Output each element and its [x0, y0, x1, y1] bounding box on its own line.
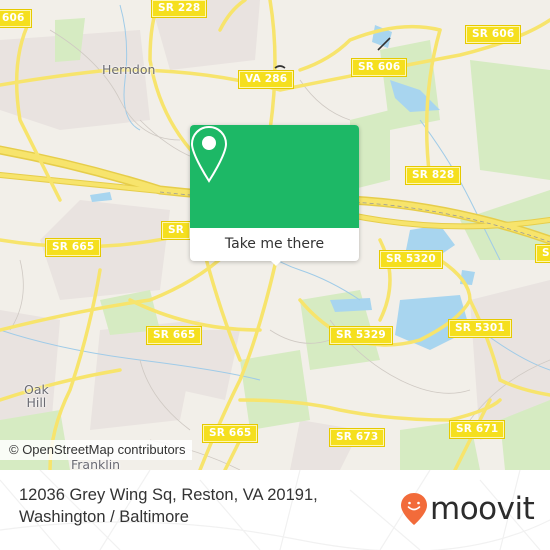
location-popup: Take me there	[190, 125, 359, 266]
place-label-herndon: Herndon	[102, 62, 156, 77]
road-label-sr671: SR 671	[448, 420, 506, 439]
road-label-sr665-left: SR 665	[44, 238, 102, 257]
take-me-there-button[interactable]: Take me there	[190, 228, 359, 261]
road-label-sr665-bottom: SR 665	[201, 424, 259, 443]
popup-pointer	[268, 258, 284, 266]
map-pin-icon	[190, 125, 228, 183]
footer: 12036 Grey Wing Sq, Reston, VA 20191, Wa…	[0, 470, 550, 550]
address-text: 12036 Grey Wing Sq, Reston, VA 20191, Wa…	[19, 486, 318, 526]
road-label-sr5329: SR 5329	[329, 326, 393, 345]
road-label-va286: VA 286	[237, 70, 295, 89]
map-view[interactable]: SR 228 606 VA 286 SR 606 SR 606 SR 828 S…	[0, 0, 550, 470]
road-label-sr5301: SR 5301	[448, 319, 512, 338]
road-label-sr606-mid: SR 606	[350, 58, 408, 77]
place-label-oak-hill: Oak Hill	[24, 382, 49, 410]
road-label-sr665-mid: SR 665	[145, 326, 203, 345]
bridge-mark	[274, 65, 286, 69]
road-label-sr-partial-right: SR	[534, 244, 550, 263]
road-label-sr-partial-center: SR	[160, 221, 192, 240]
moovit-logo[interactable]: moovit	[400, 491, 535, 527]
road-label-sr606-left: 606	[0, 9, 32, 28]
road-label-sr5320: SR 5320	[379, 250, 443, 269]
road-label-sr673: SR 673	[328, 428, 386, 447]
road-label-sr228: SR 228	[150, 0, 208, 18]
moovit-wordmark: moovit	[430, 491, 535, 527]
road-label-sr606-right: SR 606	[464, 25, 522, 44]
popup-header	[190, 125, 359, 228]
map-attribution[interactable]: © OpenStreetMap contributors	[0, 440, 192, 460]
road-label-sr828: SR 828	[404, 166, 462, 185]
moovit-pin-icon	[401, 493, 427, 525]
